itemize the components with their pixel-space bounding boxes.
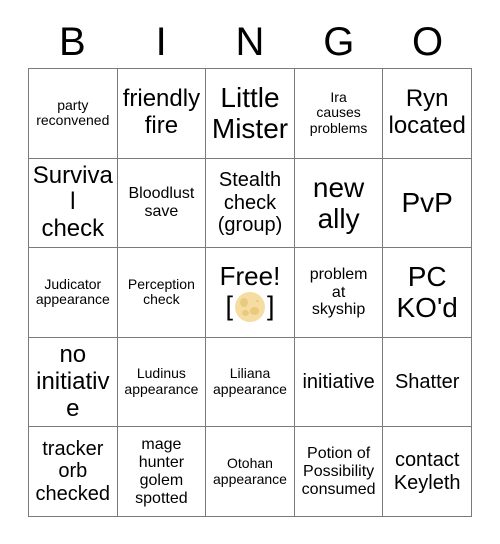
bingo-cell[interactable]: mage hunter golem spotted — [117, 427, 207, 517]
bingo-cell-label: no initiative — [36, 340, 110, 422]
free-space-bracket-left: [ — [225, 291, 233, 322]
bingo-cell[interactable]: problem at skyship — [294, 248, 384, 338]
free-space-content: Free![] — [209, 261, 291, 322]
bingo-cell-label: Perception check — [127, 275, 195, 308]
bingo-cell[interactable]: Ryn located — [383, 69, 472, 159]
bingo-cell-label: new ally — [312, 171, 365, 234]
bingo-cell[interactable]: friendly fire — [117, 69, 207, 159]
bingo-cell-label: mage hunter golem spotted — [135, 435, 188, 507]
bingo-header-row: B I N G O — [28, 18, 472, 66]
bingo-cell[interactable]: Otohan appearance — [206, 427, 295, 517]
bingo-cell-label: party reconvened — [36, 96, 110, 129]
bingo-cell-label: Otohan appearance — [213, 455, 287, 487]
bingo-cell[interactable]: party reconvened — [29, 69, 118, 159]
bingo-cell-label: Survival check — [32, 161, 113, 243]
bingo-cell[interactable]: no initiative — [29, 337, 118, 428]
bingo-cell-label: Ira causes problems — [309, 88, 368, 137]
bingo-cell[interactable]: initiative — [294, 337, 384, 428]
bingo-cell-label: initiative — [302, 370, 375, 393]
bingo-cell-label: Shatter — [394, 370, 460, 393]
bingo-cell-label: Ludinus appearance — [124, 365, 199, 398]
bingo-header-letter-i: I — [155, 20, 167, 64]
bingo-grid: party reconvened friendly fire Little Mist… — [28, 68, 472, 517]
bingo-cell-label: tracker orb checked — [35, 438, 111, 505]
bingo-cell[interactable]: new ally — [294, 158, 384, 249]
bingo-cell-label: Little Mister — [211, 81, 289, 145]
bingo-cell-label: Potion of Possibility consumed — [301, 444, 376, 498]
bingo-cell[interactable]: Stealth check (group) — [206, 158, 295, 249]
bingo-cell-label: problem at skyship — [309, 265, 368, 319]
bingo-cell-label: Liliana appearance — [213, 365, 287, 398]
free-space-bracket-right: ] — [266, 291, 275, 322]
full-moon-icon — [234, 291, 265, 322]
bingo-cell-label: friendly fire — [122, 85, 201, 140]
bingo-cell-label: Stealth check (group) — [217, 169, 283, 237]
bingo-cell[interactable]: Survival check — [29, 158, 118, 249]
bingo-cell[interactable]: Bloodlust save — [117, 158, 207, 249]
free-space-label: Free! — [219, 261, 281, 292]
bingo-cell[interactable]: Perception check — [117, 248, 207, 338]
bingo-cell[interactable]: contact Keyleth — [383, 427, 472, 517]
bingo-cell[interactable]: Ira causes problems — [294, 69, 384, 159]
bingo-header-letter-n: N — [235, 20, 265, 64]
bingo-cell-label: PvP — [401, 187, 453, 219]
bingo-header-letter-g: G — [323, 20, 355, 64]
bingo-header-letter-o: O — [412, 20, 444, 64]
bingo-header-letter-b: B — [59, 20, 86, 64]
free-space-moon-line: [] — [209, 291, 291, 322]
bingo-cell[interactable]: PvP — [383, 158, 472, 249]
bingo-cell[interactable]: Liliana appearance — [206, 337, 295, 428]
bingo-cell-label: contact Keyleth — [393, 449, 461, 494]
bingo-cell[interactable]: Judicator appearance — [29, 248, 118, 338]
bingo-cell-label: Judicator appearance — [35, 275, 110, 308]
bingo-cell[interactable]: Potion of Possibility consumed — [294, 427, 384, 517]
bingo-cell[interactable]: tracker orb checked — [29, 427, 118, 517]
bingo-cell-free-space[interactable]: Free![] — [206, 248, 295, 338]
bingo-cell[interactable]: Ludinus appearance — [117, 337, 207, 428]
bingo-cell-label: Bloodlust save — [128, 184, 195, 220]
bingo-cell[interactable]: PC KO'd — [383, 248, 472, 338]
bingo-cell-label: Ryn located — [388, 85, 466, 140]
bingo-card: B I N G O party reconvened friendly fire L… — [0, 0, 500, 544]
bingo-cell[interactable]: Shatter — [383, 337, 472, 428]
bingo-cell-label: PC KO'd — [396, 261, 458, 324]
bingo-cell[interactable]: Little Mister — [206, 69, 295, 159]
